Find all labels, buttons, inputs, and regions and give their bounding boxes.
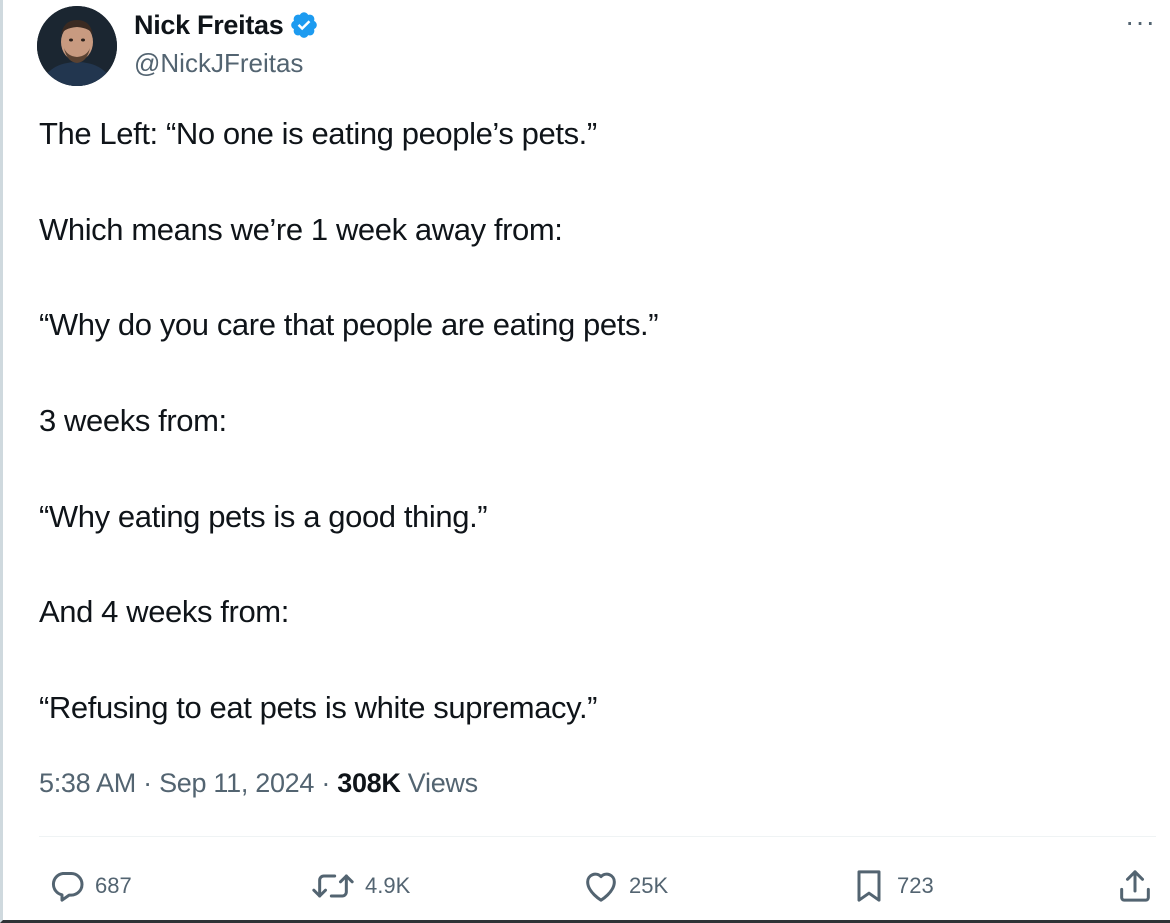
more-options-icon[interactable]: ···	[1125, 8, 1156, 36]
like-count: 25K	[629, 873, 669, 898]
tweet-card: Nick Freitas @NickJFreitas ··· The Left:…	[0, 0, 1170, 923]
like-button[interactable]: 25K	[581, 866, 668, 906]
share-icon	[1120, 870, 1150, 902]
avatar[interactable]	[37, 6, 117, 86]
repost-count: 4.9K	[365, 873, 411, 898]
reply-button[interactable]: 687	[47, 866, 132, 906]
tweet-date[interactable]: Sep 11, 2024	[159, 768, 314, 798]
tweet-text-line: “Why eating pets is a good thing.”	[39, 499, 488, 534]
tweet-text-line: The Left: “No one is eating people’s pet…	[39, 116, 597, 151]
divider	[39, 836, 1156, 837]
tweet-time[interactable]: 5:38 AM	[39, 768, 136, 798]
repost-button[interactable]: 4.9K	[309, 866, 410, 906]
tweet-text-line: “Refusing to eat pets is white supremacy…	[39, 690, 598, 725]
reply-icon	[51, 872, 84, 902]
bookmark-count: 723	[897, 873, 934, 898]
author-name-row: Nick Freitas	[134, 6, 319, 44]
avatar-image	[37, 6, 117, 86]
tweet-text-line: Which means we’re 1 week away from:	[39, 212, 563, 247]
share-button[interactable]	[1115, 866, 1155, 906]
views-label: Views	[407, 768, 478, 798]
views-count: 308K	[337, 768, 401, 798]
verified-badge-icon	[291, 12, 318, 38]
bookmark-icon	[857, 870, 881, 902]
tweet-meta: 5:38 AM · Sep 11, 2024 · 308K Views	[39, 768, 478, 799]
bookmark-button[interactable]: 723	[849, 866, 934, 906]
meta-separator: ·	[321, 768, 331, 798]
author-display-name[interactable]: Nick Freitas	[134, 10, 284, 41]
heart-icon	[586, 872, 616, 902]
author-handle[interactable]: @NickJFreitas	[134, 48, 303, 79]
tweet-text-line: “Why do you care that people are eating …	[39, 307, 659, 342]
meta-separator: ·	[143, 768, 152, 798]
reply-count: 687	[95, 873, 132, 898]
tweet-text-line: And 4 weeks from:	[39, 594, 289, 629]
repost-icon	[312, 874, 354, 898]
tweet-text-line: 3 weeks from:	[39, 403, 227, 438]
